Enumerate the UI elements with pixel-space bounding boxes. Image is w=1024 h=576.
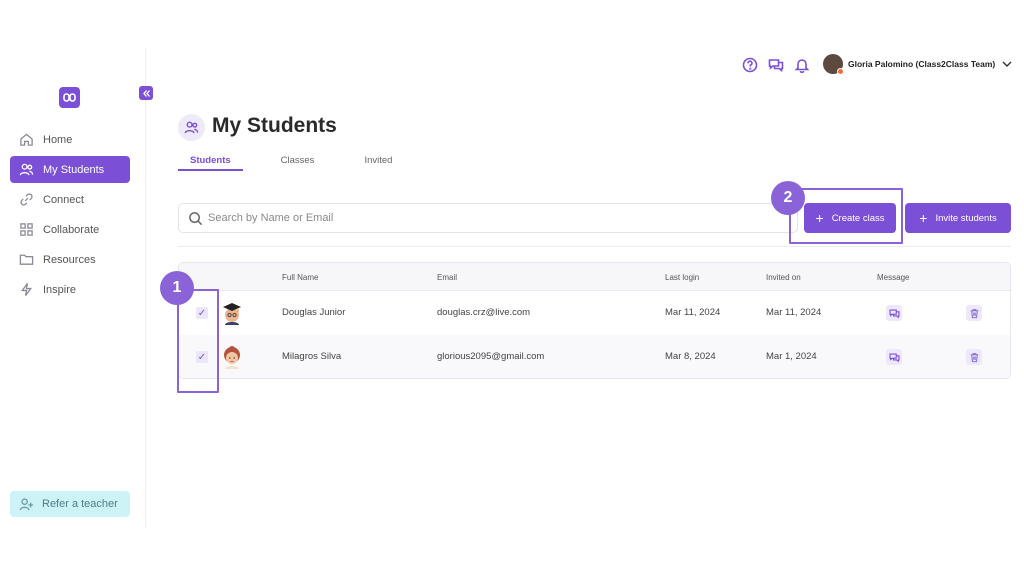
sidebar-item-label: My Students (43, 163, 105, 176)
student-avatar (224, 346, 240, 369)
app-logo[interactable] (59, 87, 80, 108)
invited-on: Mar 11, 2024 (766, 307, 822, 318)
sidebar-item-label: Connect (43, 193, 84, 206)
tab-bar: Students Classes Invited (178, 155, 430, 171)
sidebar-item-resources[interactable]: Resources (10, 246, 130, 273)
message-button[interactable] (886, 349, 902, 365)
message-button[interactable] (886, 305, 902, 321)
tab-students[interactable]: Students (178, 155, 243, 171)
delete-button[interactable] (966, 349, 982, 365)
search-icon (189, 211, 203, 225)
student-email: glorious2095@gmail.com (437, 351, 545, 362)
sidebar-item-label: Home (43, 133, 73, 146)
link-icon (20, 193, 33, 206)
student-email: douglas.crz@live.com (437, 307, 531, 318)
page-title-icon (178, 114, 205, 141)
header-last-login[interactable]: Last login (665, 273, 699, 282)
student-name: Milagros Silva (282, 351, 342, 362)
sidebar-item-collaborate[interactable]: Collaborate (10, 216, 130, 243)
refer-teacher-button[interactable]: Refer a teacher (10, 491, 130, 517)
chat-icon[interactable] (768, 57, 784, 73)
search-input[interactable] (208, 212, 768, 224)
last-login: Mar 11, 2024 (665, 307, 721, 318)
bolt-icon (20, 283, 33, 296)
students-table: Full Name Email Last login Invited on Me… (178, 262, 1011, 379)
invite-students-label: Invite students (935, 212, 997, 224)
add-user-icon (19, 497, 34, 510)
sidebar-item-inspire[interactable]: Inspire (10, 276, 130, 303)
delete-button[interactable] (966, 305, 982, 321)
annotation-highlight-create-class (789, 188, 903, 244)
sidebar-item-label: Inspire (43, 283, 77, 296)
user-menu[interactable]: Gloria Palomino (Class2Class Team) (823, 54, 1013, 75)
header-message: Message (877, 273, 910, 282)
divider (178, 246, 1011, 247)
chat-icon (888, 353, 900, 362)
bell-icon[interactable] (794, 57, 810, 73)
annotation-marker-1: 1 (160, 271, 194, 305)
trash-icon (970, 352, 978, 362)
header-invited-on[interactable]: Invited on (766, 273, 801, 282)
users-icon (19, 163, 34, 176)
sidebar: Home My Students Connect Collaborate Res… (0, 48, 153, 528)
student-avatar (223, 303, 241, 325)
invited-on: Mar 1, 2024 (766, 351, 817, 362)
sidebar-item-home[interactable]: Home (10, 126, 130, 153)
plus-icon: + (919, 210, 928, 226)
infinity-logo-icon (63, 93, 76, 102)
sidebar-nav: Home My Students Connect Collaborate Res… (10, 126, 130, 306)
last-login: Mar 8, 2024 (665, 351, 716, 362)
collapse-sidebar-button[interactable] (139, 86, 153, 100)
student-name: Douglas Junior (282, 307, 346, 318)
search-box (178, 203, 798, 233)
sidebar-item-label: Collaborate (43, 223, 100, 236)
grid-icon (20, 223, 33, 236)
folder-icon (19, 254, 34, 265)
trash-icon (970, 308, 978, 318)
double-chevron-left-icon (142, 89, 150, 97)
table-row[interactable]: ✓ Douglas Junior douglas.crz@live.com Ma… (179, 291, 1010, 335)
tab-classes[interactable]: Classes (269, 155, 327, 171)
status-dot (837, 68, 844, 75)
invite-students-button[interactable]: + Invite students (905, 203, 1011, 233)
sidebar-item-label: Resources (43, 253, 96, 266)
header-full-name[interactable]: Full Name (282, 273, 318, 282)
annotation-marker-2: 2 (771, 181, 805, 215)
avatar (823, 54, 844, 75)
page-title: My Students (212, 114, 337, 137)
chevron-down-icon (1002, 61, 1012, 67)
tab-invited[interactable]: Invited (352, 155, 404, 171)
user-name: Gloria Palomino (Class2Class Team) (848, 59, 996, 69)
users-icon (184, 121, 199, 134)
chat-icon (888, 309, 900, 318)
help-icon[interactable] (742, 57, 758, 73)
sidebar-item-connect[interactable]: Connect (10, 186, 130, 213)
header-icons (742, 57, 810, 73)
refer-teacher-label: Refer a teacher (42, 498, 118, 510)
header-email[interactable]: Email (437, 273, 457, 282)
table-header: Full Name Email Last login Invited on Me… (179, 263, 1010, 291)
home-icon (20, 133, 33, 146)
sidebar-item-my-students[interactable]: My Students (10, 156, 130, 183)
table-row[interactable]: ✓ Milagros Silva glorious2095@gmail.com … (179, 335, 1010, 378)
annotation-highlight-checkboxes (177, 289, 219, 393)
